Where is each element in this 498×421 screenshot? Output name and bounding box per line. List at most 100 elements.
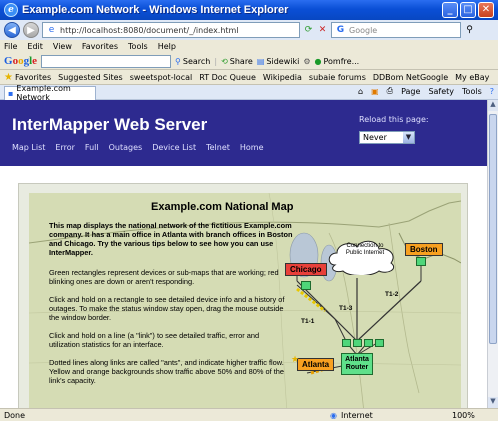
share-label: Share	[229, 56, 253, 66]
stop-icon[interactable]: ✕	[317, 25, 328, 36]
help-icon[interactable]: ?	[490, 87, 494, 96]
page-menu[interactable]: Page	[401, 87, 420, 96]
address-url: http://localhost:8080/document/_/index.h…	[60, 25, 239, 35]
forward-button[interactable]: ▶	[23, 22, 39, 38]
atlanta-router[interactable]: Atlanta Router	[341, 353, 373, 375]
core-device[interactable]	[353, 339, 362, 347]
wrench-icon[interactable]: ⚙	[303, 57, 310, 66]
scroll-up-icon[interactable]: ▲	[488, 100, 498, 111]
tab-row: ▪ Example.com Network ⌂ ▣ ⎙ Page Safety …	[0, 84, 498, 102]
link-label-t1-1: T1-1	[301, 318, 315, 325]
close-button[interactable]: ✕	[478, 2, 494, 18]
share-icon: ⟲	[221, 56, 228, 66]
core-device[interactable]	[342, 339, 351, 347]
menu-help[interactable]: Help	[158, 42, 176, 51]
google-search-icon: G	[336, 25, 345, 35]
favorites-item[interactable]: Suggested Sites	[58, 73, 123, 82]
core-device[interactable]	[364, 339, 373, 347]
favorites-item[interactable]: RT Doc Queue	[199, 73, 256, 82]
google-search-label: Search	[182, 56, 211, 66]
sidewiki-icon: ▤	[256, 56, 265, 66]
page-icon: e	[48, 25, 55, 35]
title-bar: e Example.com Network - Windows Internet…	[0, 0, 498, 20]
favorites-item[interactable]: DDBom NetGoogle	[373, 73, 448, 82]
network-map[interactable]: Example.com National Map This map displa…	[29, 193, 461, 408]
menu-view[interactable]: View	[53, 42, 72, 51]
nav-device-list[interactable]: Device List	[152, 143, 196, 152]
favorites-item[interactable]: Wikipedia	[263, 73, 302, 82]
page-viewport: InterMapper Web Server Map List Error Fu…	[0, 100, 487, 408]
menu-tools[interactable]: Tools	[128, 42, 148, 51]
reload-select-value: Never	[363, 133, 387, 142]
page-title: InterMapper Web Server	[12, 115, 208, 134]
search-input[interactable]: G Google	[331, 22, 461, 38]
safety-menu[interactable]: Safety	[428, 87, 454, 96]
nav-home[interactable]: Home	[240, 143, 264, 152]
maximize-button[interactable]: □	[460, 2, 476, 18]
profile-label: Pomfre...	[323, 56, 360, 66]
sidewiki-label: Sidewiki	[266, 56, 300, 66]
atlanta-star-icon: ★	[291, 355, 300, 365]
search-placeholder: Google	[349, 25, 378, 35]
chevron-down-icon: ▼	[403, 132, 414, 143]
reload-label: Reload this page:	[359, 115, 429, 124]
favorites-item[interactable]: subaie forums	[309, 73, 366, 82]
menu-edit[interactable]: Edit	[27, 42, 43, 51]
atlanta-label[interactable]: Atlanta	[297, 358, 335, 371]
favorites-item[interactable]: sweetspot-local	[130, 73, 193, 82]
chicago-device[interactable]	[301, 281, 311, 290]
profile-button[interactable]: ● Pomfre...	[315, 57, 360, 66]
reload-select[interactable]: Never ▼	[359, 131, 415, 144]
link-label-t1-3: T1-3	[339, 305, 353, 312]
share-button[interactable]: ⟲ Share	[221, 57, 253, 66]
map-tip: Dotted lines along links are called "ant…	[49, 358, 285, 385]
chicago-label[interactable]: Chicago	[285, 263, 327, 276]
boston-device[interactable]	[416, 257, 426, 266]
home-icon[interactable]: ⌂	[358, 87, 363, 96]
nav-error[interactable]: Error	[55, 143, 75, 152]
boston-label[interactable]: Boston	[405, 243, 443, 256]
back-button[interactable]: ◀	[4, 22, 20, 38]
command-bar: ⌂ ▣ ⎙ Page Safety Tools ?	[358, 86, 494, 96]
tools-menu[interactable]: Tools	[462, 87, 482, 96]
map-tip: Click and hold on a rectangle to see det…	[49, 295, 285, 322]
favorites-label: Favorites	[14, 72, 52, 82]
map-tip: Click and hold on a line (a "link") to s…	[49, 331, 260, 349]
toolbar-separator: |	[214, 56, 218, 66]
nav-links: Map List Error Full Outages Device List …	[12, 143, 264, 152]
feeds-icon[interactable]: ▣	[371, 87, 379, 96]
tab-example-network[interactable]: ▪ Example.com Network	[4, 84, 96, 102]
nav-map-list[interactable]: Map List	[12, 143, 45, 152]
internet-zone-icon: ◉	[330, 410, 337, 420]
nav-full[interactable]: Full	[85, 143, 99, 152]
search-icon[interactable]: ⚲	[464, 25, 475, 36]
google-search-input[interactable]	[41, 54, 172, 68]
status-text: Done	[4, 410, 26, 420]
window-title: Example.com Network - Windows Internet E…	[22, 4, 289, 16]
nav-telnet[interactable]: Telnet	[206, 143, 230, 152]
minimize-button[interactable]: _	[442, 2, 458, 18]
google-toolbar: Google ⚲ Search | ⟲ Share ▤ Sidewiki ⚙ ●…	[0, 53, 498, 70]
scroll-thumb[interactable]	[489, 114, 497, 344]
favorites-item[interactable]: My eBay	[455, 73, 489, 82]
nav-outages[interactable]: Outages	[109, 143, 143, 152]
scroll-down-icon[interactable]: ▼	[488, 397, 498, 408]
status-bar: Done ◉ Internet 100%	[0, 408, 498, 421]
menu-favorites[interactable]: Favorites	[82, 42, 118, 51]
vertical-scrollbar[interactable]: ▲ ▼	[487, 100, 498, 408]
map-title: Example.com National Map	[151, 201, 294, 213]
sidewiki-button[interactable]: ▤ Sidewiki	[257, 57, 299, 66]
tab-page-icon: ▪	[8, 88, 14, 98]
profile-icon: ●	[314, 56, 322, 66]
menu-file[interactable]: File	[4, 42, 17, 51]
core-device[interactable]	[375, 339, 384, 347]
zoom-level[interactable]: 100%	[452, 411, 475, 420]
intermapper-header: InterMapper Web Server Map List Error Fu…	[0, 100, 487, 166]
print-icon[interactable]: ⎙	[387, 86, 393, 96]
address-row: ◀ ▶ e http://localhost:8080/document/_/i…	[0, 20, 498, 40]
map-intro: This map displays the national network o…	[49, 221, 293, 257]
google-search-button[interactable]: ⚲ Search	[175, 57, 210, 66]
refresh-icon[interactable]: ⟳	[303, 25, 314, 36]
favorites-button[interactable]: ★ Favorites	[4, 72, 51, 83]
address-bar[interactable]: e http://localhost:8080/document/_/index…	[42, 22, 300, 38]
